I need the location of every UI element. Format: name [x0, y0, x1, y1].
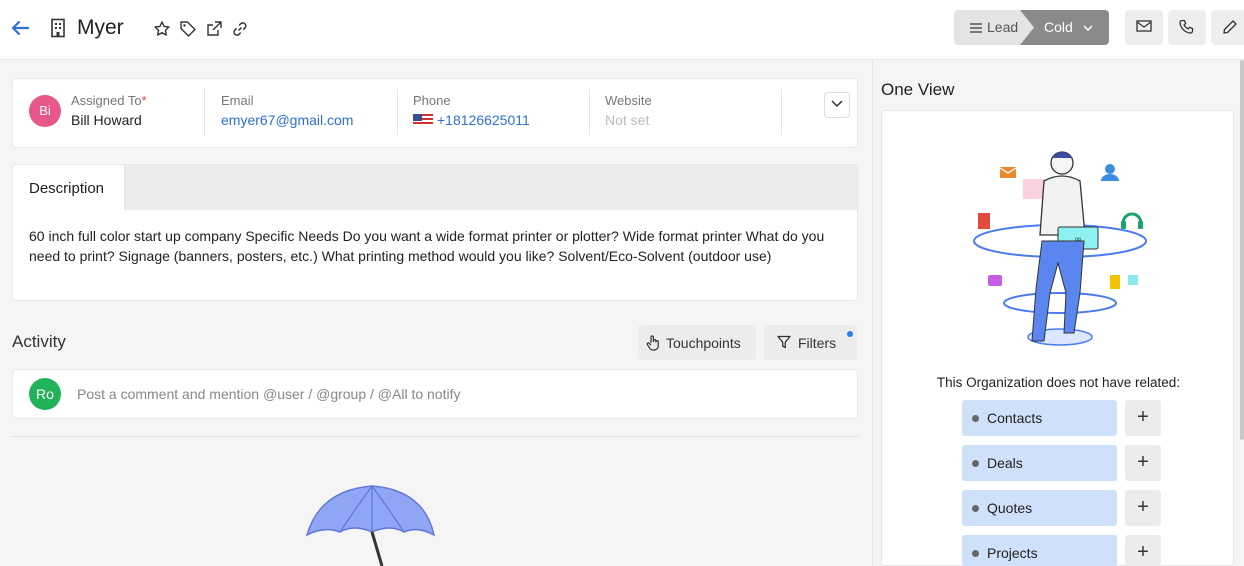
bullet-icon	[972, 550, 979, 557]
panel-divider	[872, 60, 873, 566]
bullet-icon	[972, 460, 979, 467]
filters-label: Filters	[798, 335, 837, 351]
related-label: Quotes	[987, 500, 1033, 516]
umbrella-illustration	[305, 485, 436, 566]
comment-box[interactable]: Ro Post a comment and mention @user / @g…	[12, 369, 858, 419]
related-contacts[interactable]: Contacts	[962, 400, 1117, 436]
record-summary-card: Bi Assigned To* Bill Howard Email emyer6…	[12, 78, 858, 148]
add-quote-button[interactable]: +	[1125, 490, 1161, 526]
phone-number-link[interactable]: +18126625011	[437, 112, 530, 128]
touchpoints-label: Touchpoints	[666, 335, 741, 351]
description-card: Description 60 inch full color start up …	[12, 164, 858, 301]
mail-icon	[1136, 20, 1152, 32]
no-related-text: This Organization does not have related:	[936, 375, 1181, 390]
activity-heading: Activity	[12, 332, 66, 351]
website-field[interactable]: Website Not set	[605, 93, 652, 128]
related-deals[interactable]: Deals	[962, 445, 1117, 481]
tab-description[interactable]: Description	[13, 165, 125, 210]
divider	[204, 89, 205, 135]
status-stage[interactable]: Lead	[954, 10, 1034, 45]
page-title: Myer	[77, 16, 124, 39]
one-view-title: One View	[881, 80, 955, 99]
status-pipeline[interactable]: Lead Cold	[954, 10, 1109, 45]
filter-icon	[777, 335, 791, 349]
tab-bar: Description	[13, 165, 857, 210]
related-quotes[interactable]: Quotes	[962, 490, 1117, 526]
avatar: Ro	[29, 378, 61, 410]
back-arrow-icon[interactable]	[8, 16, 32, 40]
touchpoints-button[interactable]: Touchpoints	[638, 325, 756, 360]
pencil-icon	[1223, 20, 1237, 34]
header-bar: Myer Lead Cold	[0, 0, 1244, 60]
email-link[interactable]: emyer67@gmail.com	[221, 112, 353, 128]
assigned-to-label: Assigned To*	[71, 93, 147, 108]
divider	[781, 89, 782, 135]
email-label: Email	[221, 93, 254, 108]
us-flag-icon	[413, 114, 433, 126]
add-contact-button[interactable]: +	[1125, 400, 1161, 436]
hand-pointer-icon	[646, 335, 659, 351]
related-label: Deals	[987, 455, 1023, 471]
chevron-down-icon	[1083, 25, 1093, 32]
edit-button[interactable]	[1211, 10, 1244, 45]
menu-icon	[970, 23, 982, 33]
one-view-card: ∞ This Organization does not have relate…	[881, 110, 1234, 566]
add-deal-button[interactable]: +	[1125, 445, 1161, 481]
email-field[interactable]: Email emyer67@gmail.com	[221, 93, 353, 128]
divider	[589, 89, 590, 135]
link-icon[interactable]	[231, 20, 249, 38]
avatar: Bi	[29, 95, 61, 127]
star-icon[interactable]	[153, 20, 171, 38]
related-label: Projects	[987, 545, 1038, 561]
external-link-icon[interactable]	[205, 20, 223, 38]
phone-label: Phone	[413, 93, 451, 108]
call-button[interactable]	[1168, 10, 1206, 45]
email-button[interactable]	[1125, 10, 1163, 45]
phone-field[interactable]: Phone +18126625011	[413, 93, 530, 128]
phone-value[interactable]: +18126625011	[413, 112, 530, 128]
assigned-to-field[interactable]: Assigned To* Bill Howard	[71, 93, 147, 128]
website-label: Website	[605, 93, 652, 108]
description-text: 60 inch full color start up company Spec…	[29, 228, 825, 264]
filter-active-indicator	[847, 331, 853, 337]
building-icon	[51, 18, 65, 38]
status-value-label: Cold	[1044, 19, 1073, 35]
status-stage-label: Lead	[987, 19, 1019, 35]
tag-icon[interactable]	[179, 20, 197, 38]
filters-button[interactable]: Filters	[764, 325, 857, 360]
phone-icon	[1179, 19, 1194, 34]
chevron-down-icon	[831, 100, 843, 108]
bullet-icon	[972, 415, 979, 422]
divider	[397, 89, 398, 135]
related-projects[interactable]: Projects	[962, 535, 1117, 566]
bullet-icon	[972, 505, 979, 512]
required-marker: *	[141, 93, 147, 108]
add-project-button[interactable]: +	[1125, 535, 1161, 566]
scrollbar[interactable]	[1240, 60, 1244, 440]
empty-state-illustration: ∞	[973, 151, 1147, 346]
comment-input[interactable]: Post a comment and mention @user / @grou…	[77, 386, 460, 402]
expand-details-button[interactable]	[824, 92, 850, 118]
assigned-to-value: Bill Howard	[71, 112, 142, 128]
divider	[12, 436, 858, 437]
website-value: Not set	[605, 112, 650, 128]
related-label: Contacts	[987, 410, 1043, 426]
